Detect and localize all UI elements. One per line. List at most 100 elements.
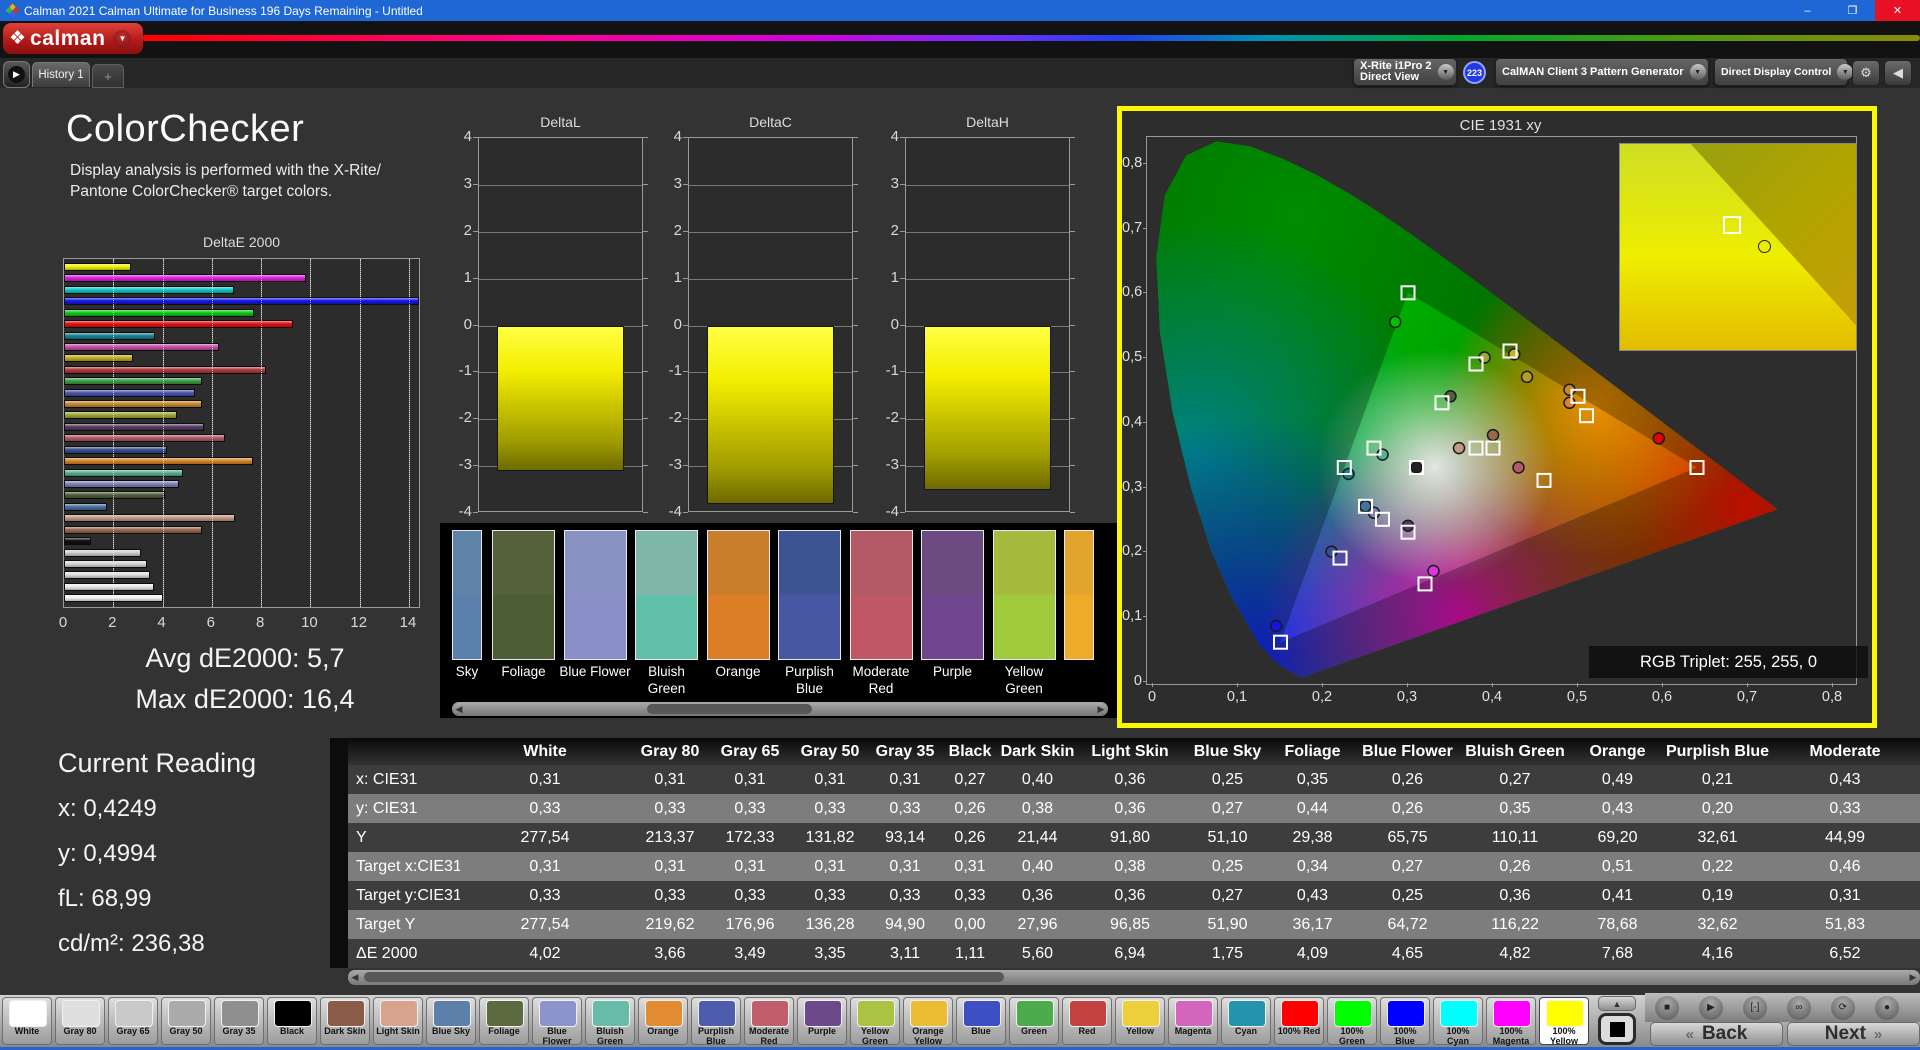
interval-button[interactable]: [-] [1743, 996, 1767, 1020]
delta-tick [473, 325, 478, 326]
patch-purple[interactable]: Purple [797, 997, 847, 1045]
tab-row: ▶ History 1 + X-Rite i1Pro 2Direct View … [0, 58, 1920, 88]
patch-chip [1175, 1000, 1213, 1027]
swatch-purplish-blue[interactable] [778, 530, 841, 660]
table-row-label: Y [348, 829, 460, 847]
refresh-button[interactable]: ⟳ [1831, 996, 1855, 1020]
patch-white[interactable]: White [2, 997, 52, 1045]
delta-gridline [479, 279, 642, 280]
scroll-left-icon[interactable]: ◀ [348, 971, 362, 984]
calman-diamond-icon: ❖ [9, 27, 26, 50]
patch-purplish-blue[interactable]: Purplish Blue [691, 997, 741, 1045]
patch-chip [1069, 1000, 1107, 1027]
swatch-bluish-green[interactable] [635, 530, 698, 660]
patch-orange-yellow[interactable]: Orange Yellow [903, 997, 953, 1045]
maximize-button[interactable]: ❐ [1830, 0, 1875, 21]
calman-main-menu[interactable]: ❖ calman ▼ [3, 23, 143, 54]
scrollbar-thumb[interactable] [364, 972, 1004, 982]
table-cell: 0,38 [1000, 800, 1075, 818]
swatch-purple[interactable] [921, 530, 984, 660]
patch-gray-65[interactable]: Gray 65 [108, 997, 158, 1045]
table-cell: 0,43 [1570, 800, 1665, 818]
patch-red[interactable]: Red [1062, 997, 1112, 1045]
swatch-sky[interactable] [452, 530, 482, 660]
pattern-window-button[interactable] [1598, 1013, 1636, 1045]
close-button[interactable]: ✕ [1875, 0, 1920, 21]
history-nav-button[interactable]: ▶ [3, 61, 30, 88]
patch-chip [168, 1000, 206, 1027]
toolbar-expand-button[interactable]: ▲ [1598, 996, 1636, 1011]
continuous-button[interactable]: ∞ [1787, 996, 1811, 1020]
patch-bluish-green[interactable]: Bluish Green [585, 997, 635, 1045]
swatch-partial[interactable] [1064, 530, 1094, 660]
patch-blue-sky[interactable]: Blue Sky [426, 997, 476, 1045]
pattern-source-dropdown[interactable]: CalMAN Client 3 Pattern Generator ▼ [1495, 58, 1709, 86]
patch-black[interactable]: Black [267, 997, 317, 1045]
stop-button[interactable]: ■ [1655, 996, 1679, 1020]
swatch-scrollbar[interactable]: ◀ ▶ [452, 702, 1108, 716]
table-cell: 277,54 [460, 916, 630, 934]
collapse-panel-button[interactable]: ◀ [1884, 60, 1912, 86]
settings-button[interactable]: ⚙ [1852, 60, 1880, 86]
table-cell: 0,49 [1570, 771, 1665, 789]
patch-magenta[interactable]: Magenta [1168, 997, 1218, 1045]
deltae-x-tick-label: 10 [295, 614, 323, 631]
table-scrollbar[interactable]: ◀ ▶ [348, 970, 1920, 985]
cie-y-tick-label: 0,7 [1122, 220, 1142, 236]
delta-chart-deltac [688, 137, 853, 512]
table-cell: 4,09 [1270, 945, 1355, 963]
swatch-blue-flower[interactable] [564, 530, 627, 660]
patch-light-skin[interactable]: Light Skin [373, 997, 423, 1045]
patch-chip [486, 1000, 524, 1027]
patch-100-red[interactable]: 100% Red [1274, 997, 1324, 1045]
scroll-right-icon[interactable]: ▶ [1094, 703, 1108, 715]
record-button[interactable]: ● [1875, 996, 1899, 1020]
scrollbar-thumb[interactable] [647, 704, 812, 714]
tab-history-1[interactable]: History 1 [32, 62, 90, 87]
swatch-foliage[interactable] [492, 530, 555, 660]
patch-100-green[interactable]: 100% Green [1327, 997, 1377, 1045]
meter-device-dropdown[interactable]: X-Rite i1Pro 2Direct View ▼ [1353, 58, 1457, 86]
delta-tick [1070, 371, 1075, 372]
patch-yellow[interactable]: Yellow [1115, 997, 1165, 1045]
swatch-orange[interactable] [707, 530, 770, 660]
patch-100-magenta[interactable]: 100% Magenta [1486, 997, 1536, 1045]
table-cell: 0,31 [940, 858, 1000, 876]
patch-100-yellow[interactable]: 100% Yellow [1539, 997, 1589, 1045]
play-button[interactable]: ▶ [1699, 996, 1723, 1020]
patch-cyan[interactable]: Cyan [1221, 997, 1271, 1045]
patch-gray-80[interactable]: Gray 80 [55, 997, 105, 1045]
cie-y-tick-label: 0,5 [1122, 349, 1142, 365]
reading-fl: fL: 68,99 [58, 885, 151, 913]
patch-blue-flower[interactable]: Blue Flower [532, 997, 582, 1045]
table-header-cell: Gray 65 [710, 743, 790, 761]
patch-chip [910, 1000, 948, 1027]
display-control-dropdown[interactable]: Direct Display Control ▼ [1714, 58, 1848, 86]
patch-chip [804, 1000, 842, 1027]
patch-gray-35[interactable]: Gray 35 [214, 997, 264, 1045]
table-row: Y277,54213,37172,33131,8293,140,2621,449… [348, 823, 1920, 852]
scroll-left-icon[interactable]: ◀ [452, 703, 466, 715]
patch-100-blue[interactable]: 100% Blue [1380, 997, 1430, 1045]
add-tab-button[interactable]: + [92, 64, 124, 88]
back-button[interactable]: « Back [1650, 1022, 1783, 1046]
table-row-label: x: CIE31 [348, 771, 460, 789]
next-button[interactable]: Next » [1787, 1022, 1920, 1046]
patch-dark-skin[interactable]: Dark Skin [320, 997, 370, 1045]
scroll-right-icon[interactable]: ▶ [1906, 971, 1920, 984]
minimize-button[interactable]: – [1785, 0, 1830, 21]
meter-count-badge[interactable]: 223 [1463, 61, 1486, 84]
patch-blue[interactable]: Blue [956, 997, 1006, 1045]
swatch-target-half [493, 595, 554, 659]
cie-y-tick-label: 0,2 [1122, 543, 1142, 559]
patch-green[interactable]: Green [1009, 997, 1059, 1045]
patch-orange[interactable]: Orange [638, 997, 688, 1045]
patch-gray-50[interactable]: Gray 50 [161, 997, 211, 1045]
swatch-moderate-red[interactable] [850, 530, 913, 660]
patch-foliage[interactable]: Foliage [479, 997, 529, 1045]
delta-tick [853, 465, 858, 466]
swatch-yellow-green[interactable] [993, 530, 1056, 660]
patch-moderate-red[interactable]: Moderate Red [744, 997, 794, 1045]
patch-yellow-green[interactable]: Yellow Green [850, 997, 900, 1045]
patch-100-cyan[interactable]: 100% Cyan [1433, 997, 1483, 1045]
